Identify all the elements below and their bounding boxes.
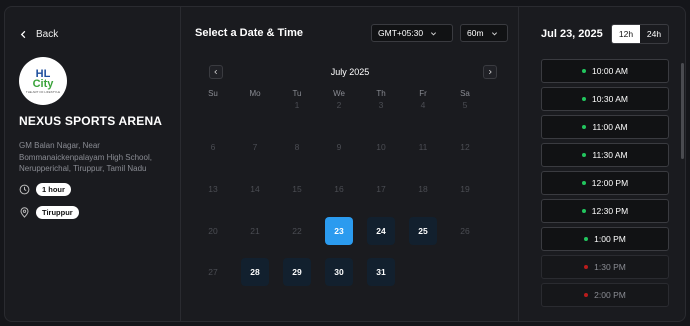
time-slot-label: 2:00 PM <box>594 290 626 300</box>
calendar-day: 17 <box>376 184 386 194</box>
calendar-day[interactable]: 29 <box>283 258 311 286</box>
slot-scrollbar[interactable] <box>681 63 684 159</box>
calendar-day: 11 <box>418 142 428 152</box>
format-12h-button[interactable]: 12h <box>612 25 640 43</box>
available-dot-icon <box>582 153 587 157</box>
calendar-day[interactable]: 25 <box>409 217 437 245</box>
time-slot-list: 10:00 AM 10:30 AM 11:00 AM 11:30 AM 12:00 PM… <box>541 59 669 311</box>
time-slot[interactable]: 2:00 PM <box>541 283 669 307</box>
calendar-title: Select a Date & Time <box>195 27 304 39</box>
chevron-right-icon <box>488 69 492 75</box>
city-badge: Tiruppur <box>36 206 79 219</box>
time-slot-label: 1:30 PM <box>594 262 626 272</box>
time-slot-label: 1:00 PM <box>594 234 626 244</box>
calendar-day[interactable]: 30 <box>325 258 353 286</box>
available-dot-icon <box>582 97 587 101</box>
calendar-day: 22 <box>292 226 302 236</box>
duration-value: 60m <box>467 28 484 38</box>
weekday-header: Mo <box>249 89 261 98</box>
calendar-day[interactable]: 31 <box>367 258 395 286</box>
venue-address: GM Balan Nagar, Near Bommanaickenpalayam… <box>19 141 152 173</box>
calendar-day: 15 <box>292 184 302 194</box>
time-slot[interactable]: 11:00 AM <box>541 115 669 139</box>
calendar-day: 9 <box>336 142 342 152</box>
calendar-day: 4 <box>420 100 426 110</box>
available-dot-icon <box>581 181 586 185</box>
chevron-down-icon <box>431 31 437 35</box>
calendar-day: 7 <box>252 142 258 152</box>
available-dot-icon <box>581 209 586 213</box>
time-slot[interactable]: 10:00 AM <box>541 59 669 83</box>
unavailable-dot-icon <box>584 293 589 297</box>
time-slot-label: 10:30 AM <box>592 94 628 104</box>
time-slot-label: 12:30 PM <box>591 206 629 216</box>
calendar-day: 19 <box>460 184 470 194</box>
available-dot-icon <box>584 237 589 241</box>
venue-panel: Back HL City THE ART OF LIFESTYLE NEXUS … <box>5 7 181 321</box>
time-slot[interactable]: 10:30 AM <box>541 87 669 111</box>
calendar-day: 13 <box>208 184 218 194</box>
chevron-left-icon <box>20 30 26 39</box>
timezone-value: GMT+05:30 <box>378 28 424 38</box>
calendar-day: 2 <box>336 100 342 110</box>
calendar-day: 5 <box>462 100 468 110</box>
venue-logo: HL City THE ART OF LIFESTYLE <box>19 57 67 105</box>
weekday-header: Su <box>208 89 218 98</box>
duration-badge: 1 hour <box>36 183 71 196</box>
selected-date: Jul 23, 2025 <box>541 28 603 40</box>
time-slot[interactable]: 1:00 PM <box>541 227 669 251</box>
calendar-panel: Select a Date & Time GMT+05:30 60m July … <box>181 7 519 321</box>
available-dot-icon <box>582 125 587 129</box>
booking-widget: Back HL City THE ART OF LIFESTYLE NEXUS … <box>4 6 686 322</box>
time-slot[interactable]: 12:30 PM <box>541 199 669 223</box>
time-slot-label: 11:00 AM <box>592 122 628 132</box>
duration-row: 1 hour <box>19 183 71 196</box>
calendar-day: 20 <box>208 226 218 236</box>
calendar-day[interactable]: 28 <box>241 258 269 286</box>
time-slot-label: 10:00 AM <box>592 66 628 76</box>
venue-name: NEXUS SPORTS ARENA <box>19 114 163 128</box>
calendar-day: 3 <box>378 100 384 110</box>
calendar-day: 18 <box>418 184 428 194</box>
back-label: Back <box>36 29 59 40</box>
format-24h-button[interactable]: 24h <box>640 25 668 43</box>
location-row: Tiruppur <box>19 206 79 219</box>
back-button[interactable]: Back <box>19 29 58 40</box>
clock-icon <box>19 184 30 195</box>
calendar-day: 6 <box>210 142 216 152</box>
calendar-day: 21 <box>250 226 260 236</box>
calendar-day: 10 <box>376 142 386 152</box>
time-slot[interactable]: 1:30 PM <box>541 255 669 279</box>
calendar-day: 8 <box>294 142 300 152</box>
calendar-day[interactable]: 24 <box>367 217 395 245</box>
calendar-day: 12 <box>460 142 470 152</box>
calendar-day: 27 <box>208 267 218 277</box>
time-format-toggle: 12h 24h <box>611 24 669 44</box>
timezone-select[interactable]: GMT+05:30 <box>371 24 453 42</box>
calendar-day: 26 <box>460 226 470 236</box>
map-pin-icon <box>20 207 29 218</box>
time-slot-label: 12:00 PM <box>591 178 629 188</box>
duration-select[interactable]: 60m <box>460 24 508 42</box>
chevron-down-icon <box>491 31 497 35</box>
time-panel: Jul 23, 2025 12h 24h 10:00 AM 10:30 AM 11:… <box>519 7 685 321</box>
available-dot-icon <box>582 69 587 73</box>
next-month-button[interactable] <box>483 65 497 79</box>
logo-text-city: City <box>32 77 54 90</box>
time-slot-label: 11:30 AM <box>592 150 628 160</box>
unavailable-dot-icon <box>584 265 589 269</box>
logo-text-hl: HL <box>35 67 51 80</box>
calendar-day-selected[interactable]: 23 <box>325 217 353 245</box>
calendar-day: 14 <box>250 184 260 194</box>
month-label: July 2025 <box>330 67 370 77</box>
logo-tagline: THE ART OF LIFESTYLE <box>25 89 61 94</box>
time-slot[interactable]: 12:00 PM <box>541 171 669 195</box>
calendar-day: 16 <box>334 184 344 194</box>
calendar-day: 1 <box>294 100 300 110</box>
time-slot[interactable]: 11:30 AM <box>541 143 669 167</box>
